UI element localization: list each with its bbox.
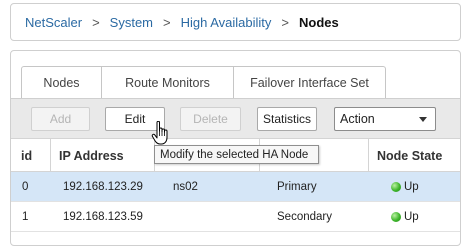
action-dropdown[interactable]: Action [334,107,436,131]
cell-node-state: Up [369,202,460,231]
column-header-node-state[interactable]: Node State [369,139,460,172]
tab-route-monitors[interactable]: Route Monitors [101,66,234,99]
chevron-down-icon [419,117,427,122]
status-up-icon [391,181,401,192]
cell-ip-address: 192.168.123.29 [63,180,143,193]
breadcrumb: NetScaler > System > High Availability >… [10,3,461,41]
breadcrumb-high-availability[interactable]: High Availability [181,15,272,30]
breadcrumb-system[interactable]: System [110,15,153,30]
chevron-right-icon: > [163,14,171,30]
tab-failover-interface-set[interactable]: Failover Interface Set [233,66,386,99]
chevron-right-icon: > [92,14,100,30]
tab-nodes[interactable]: Nodes [21,66,102,99]
column-header-id[interactable]: id [11,139,51,172]
table-row[interactable]: 0 192.168.123.29 ns02 Primary Up [11,172,460,202]
cell-ip-address: 192.168.123.59 [63,210,143,223]
cell-state: Secondary [277,210,332,223]
table-row[interactable]: 1 192.168.123.59 Secondary Up [11,202,460,232]
chevron-right-icon: > [281,14,290,30]
cell-state: Primary [277,180,317,193]
cell-id: 0 [22,180,29,193]
column-header-ip-address[interactable]: IP Address [51,139,155,172]
tab-bar: Nodes Route Monitors Failover Interface … [21,66,386,99]
hand-cursor-icon [151,121,168,145]
action-dropdown-label: Action [340,112,375,126]
breadcrumb-current-page: Nodes [299,14,339,30]
cell-name [155,202,260,231]
add-button[interactable]: Add [31,107,90,131]
cell-node-state: Up [369,172,460,201]
delete-button[interactable]: Delete [180,107,241,131]
edit-tooltip: Modify the selected HA Node [154,145,319,164]
node-state-label: Up [404,210,419,223]
toolbar: Add Edit Delete Statistics Action [11,98,460,138]
cell-name: ns02 [173,180,198,193]
statistics-button[interactable]: Statistics [257,107,317,131]
node-state-label: Up [404,180,419,193]
breadcrumb-netscaler[interactable]: NetScaler [25,15,82,30]
status-up-icon [391,211,401,222]
cell-id: 1 [22,210,29,223]
